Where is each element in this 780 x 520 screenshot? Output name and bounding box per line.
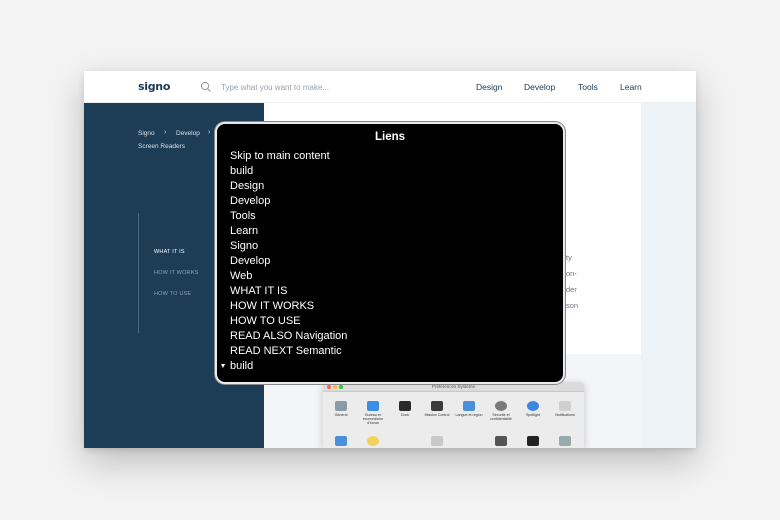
system-preferences-screenshot: Préférences Système Général Bureau et éc…: [323, 382, 584, 448]
breadcrumb-develop[interactable]: Develop: [176, 130, 200, 137]
general-icon: [335, 401, 347, 411]
desktop-icon: [367, 401, 379, 411]
toc-divider: [138, 213, 139, 333]
rotor-title: Liens: [374, 131, 406, 143]
dock-icon: [399, 401, 411, 411]
rotor-link[interactable]: Learn: [230, 225, 258, 238]
rotor-link[interactable]: HOW IT WORKS: [230, 300, 314, 313]
prefs-row2-icon: [559, 436, 571, 446]
toc-how-to-use[interactable]: HOW TO USE: [154, 291, 191, 297]
chevron-right-icon: ›: [164, 129, 167, 136]
rotor-link[interactable]: Signo: [230, 240, 258, 253]
prefs-label: Notifications: [555, 413, 575, 417]
chevron-right-icon: ›: [208, 129, 211, 136]
rotor-link[interactable]: Web: [230, 270, 252, 283]
search-icon[interactable]: [200, 81, 212, 93]
rotor-link[interactable]: build: [230, 360, 253, 373]
spotlight-icon: [527, 401, 539, 411]
rotor-link[interactable]: WHAT IT IS: [230, 285, 287, 298]
right-pane: [641, 103, 696, 448]
breadcrumb-current: Screen Readers: [138, 143, 185, 150]
prefs-label: Spotlight: [526, 413, 540, 417]
nav-learn[interactable]: Learn: [620, 82, 642, 92]
content-text-fragment: on-: [566, 269, 577, 278]
rotor-link[interactable]: build: [230, 165, 253, 178]
prefs-title: Préférences Système: [431, 384, 476, 389]
security-icon: [495, 401, 507, 411]
prefs-label: Sécurité et confidentialité: [490, 413, 512, 421]
content-text-fragment: ty: [566, 253, 572, 262]
prefs-row2-icon: [431, 436, 443, 446]
toc-what-it-is[interactable]: WHAT IT IS: [154, 249, 185, 255]
prefs-row2-icon: [495, 436, 507, 446]
language-icon: [463, 401, 475, 411]
rotor-link[interactable]: READ ALSO Navigation: [230, 330, 347, 343]
prefs-label: Langue et région: [455, 413, 483, 417]
rotor-link[interactable]: Tools: [230, 210, 256, 223]
prefs-row2-icon: [335, 436, 347, 446]
nav-develop[interactable]: Develop: [524, 82, 555, 92]
rotor-link[interactable]: READ NEXT Semantic: [230, 345, 342, 358]
prefs-row2-icon: [527, 436, 539, 446]
rotor-link[interactable]: HOW TO USE: [230, 315, 301, 328]
prefs-label: Dock: [400, 413, 410, 417]
prefs-label: Bureau et économiseur d'écran: [362, 413, 384, 425]
breadcrumb-signo[interactable]: Signo: [138, 130, 155, 137]
toc-how-it-works[interactable]: HOW IT WORKS: [154, 270, 198, 276]
nav-design[interactable]: Design: [476, 82, 502, 92]
voiceover-links-rotor[interactable]: Liens Skip to main content build Design …: [215, 122, 565, 384]
prefs-row2-icon: [367, 436, 379, 446]
prefs-label: Mission Control: [424, 413, 450, 417]
notifications-icon: [559, 401, 571, 411]
content-text-fragment: son: [566, 301, 579, 310]
mission-control-icon: [431, 401, 443, 411]
site-logo[interactable]: signo: [138, 80, 170, 93]
content-text-fragment: der: [566, 285, 577, 294]
nav-tools[interactable]: Tools: [578, 82, 598, 92]
rotor-link[interactable]: Develop: [230, 195, 270, 208]
search-input[interactable]: [221, 79, 421, 95]
scroll-down-arrow-icon[interactable]: [221, 364, 225, 368]
rotor-link[interactable]: Develop: [230, 255, 270, 268]
prefs-label: Général: [334, 413, 348, 417]
rotor-link[interactable]: Skip to main content: [230, 150, 330, 163]
site-header: signo Design Develop Tools Learn: [84, 71, 696, 103]
rotor-link[interactable]: Design: [230, 180, 264, 193]
